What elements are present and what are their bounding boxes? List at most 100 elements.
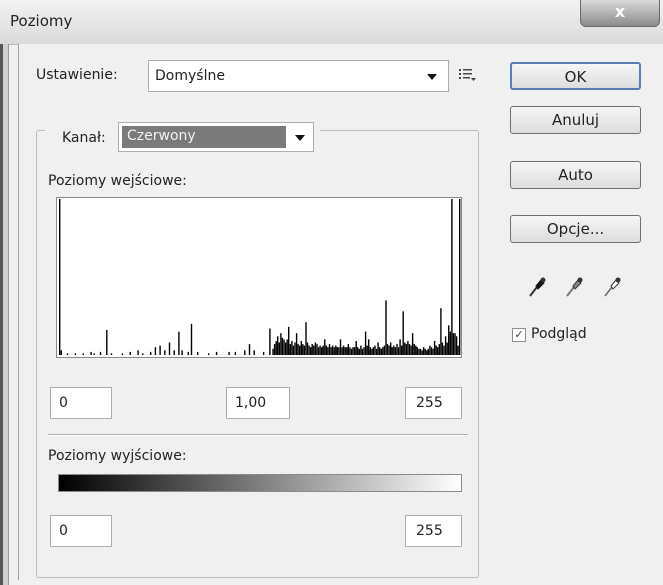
histogram-bar bbox=[358, 348, 360, 355]
histogram-bar bbox=[299, 345, 301, 355]
histogram-bar bbox=[288, 326, 290, 355]
options-button[interactable]: Opcje... bbox=[510, 215, 641, 243]
histogram-bar bbox=[283, 339, 285, 355]
input-gamma-value: 1,00 bbox=[235, 395, 267, 411]
preview-label[interactable]: Podgląd bbox=[531, 326, 587, 342]
histogram-bar bbox=[275, 341, 277, 355]
histogram-bar bbox=[330, 347, 332, 355]
histogram-chart bbox=[59, 199, 461, 355]
histogram-bar bbox=[347, 344, 349, 355]
histogram-bar bbox=[324, 339, 326, 355]
histogram-bar bbox=[444, 336, 447, 355]
section-divider bbox=[48, 434, 468, 436]
histogram-bar bbox=[364, 331, 367, 355]
histogram-bar bbox=[382, 347, 384, 355]
histogram-bar bbox=[190, 323, 193, 355]
white-point-eyedropper-icon[interactable] bbox=[602, 276, 622, 298]
histogram-bar bbox=[93, 353, 95, 355]
histogram-bar bbox=[405, 344, 408, 355]
histogram-bar bbox=[289, 344, 291, 355]
close-button[interactable]: x bbox=[580, 0, 660, 27]
histogram-bar bbox=[322, 345, 324, 355]
histogram-bar bbox=[321, 347, 323, 355]
histogram-bar bbox=[374, 345, 376, 355]
channel-value: Czerwony bbox=[127, 128, 196, 144]
histogram-bar bbox=[411, 333, 414, 355]
output-white-field[interactable]: 255 bbox=[405, 515, 462, 547]
histogram-bar bbox=[435, 345, 437, 355]
input-white-field[interactable]: 255 bbox=[405, 387, 462, 419]
histogram-bar bbox=[429, 345, 431, 355]
histogram-bar bbox=[168, 342, 171, 355]
histogram-bar bbox=[422, 347, 425, 355]
histogram-bar bbox=[273, 344, 276, 355]
histogram-bar bbox=[339, 339, 342, 355]
histogram-bar bbox=[187, 351, 189, 355]
histogram-bar bbox=[66, 353, 69, 355]
histogram-bar bbox=[363, 347, 365, 355]
histogram-bar bbox=[353, 347, 356, 355]
histogram-bar bbox=[346, 347, 348, 355]
histogram-bar bbox=[357, 347, 359, 355]
histogram-bar bbox=[302, 344, 304, 355]
channel-select[interactable]: Czerwony bbox=[118, 122, 314, 152]
histogram-bar bbox=[331, 345, 334, 355]
histogram-bar bbox=[391, 347, 393, 355]
histogram-bar bbox=[449, 331, 451, 355]
histogram-bar bbox=[451, 199, 453, 355]
histogram-bar bbox=[416, 347, 418, 355]
histogram-bar bbox=[272, 348, 274, 355]
histogram-bar bbox=[173, 350, 175, 355]
preset-options-icon[interactable] bbox=[459, 68, 477, 82]
histogram-bar bbox=[433, 341, 436, 355]
black-point-eyedropper-icon[interactable] bbox=[527, 276, 547, 298]
histogram-bar bbox=[452, 333, 455, 355]
histogram-bar bbox=[74, 353, 77, 355]
histogram-bar bbox=[286, 339, 288, 355]
output-levels-label: Poziomy wyjściowe: bbox=[48, 448, 187, 464]
histogram-bar bbox=[448, 325, 450, 355]
output-white-value: 255 bbox=[416, 523, 443, 539]
output-black-value: 0 bbox=[59, 523, 68, 539]
histogram-bar bbox=[60, 350, 62, 355]
histogram-bar bbox=[393, 345, 395, 355]
histogram-bar bbox=[150, 351, 152, 355]
histogram-bar bbox=[327, 347, 329, 355]
input-black-field[interactable]: 0 bbox=[50, 387, 112, 419]
histogram-bar bbox=[344, 347, 346, 355]
histogram-bar bbox=[306, 342, 309, 355]
histogram-bar bbox=[253, 350, 255, 355]
histogram-bar bbox=[368, 339, 370, 355]
chevron-down-icon bbox=[427, 74, 437, 80]
auto-button[interactable]: Auto bbox=[510, 161, 641, 189]
input-gamma-field[interactable]: 1,00 bbox=[226, 387, 290, 419]
histogram-bar bbox=[178, 331, 180, 355]
histogram-bar bbox=[297, 344, 299, 355]
histogram-bar bbox=[325, 345, 328, 355]
histogram-bar bbox=[441, 342, 444, 355]
histogram-bar bbox=[437, 347, 439, 355]
histogram-bar bbox=[342, 345, 345, 355]
histogram-bar bbox=[335, 345, 337, 355]
histogram-bar bbox=[383, 345, 386, 355]
gray-point-eyedropper-icon[interactable] bbox=[564, 276, 584, 298]
histogram-bar bbox=[333, 347, 335, 355]
histogram-bar bbox=[372, 347, 375, 355]
histogram-bar bbox=[432, 348, 434, 355]
histogram-bar bbox=[313, 345, 315, 355]
title-bar: Poziomy x bbox=[0, 0, 663, 45]
histogram-bar bbox=[59, 199, 61, 355]
histogram-bar bbox=[394, 347, 397, 355]
preview-checkbox[interactable]: ✓ bbox=[512, 328, 526, 342]
histogram-bar bbox=[386, 344, 389, 355]
histogram-bar bbox=[311, 344, 313, 355]
histogram-bar bbox=[413, 344, 415, 355]
channel-label: Kanał: bbox=[62, 130, 106, 146]
histogram-bar bbox=[303, 345, 306, 355]
cancel-button[interactable]: Anuluj bbox=[510, 106, 641, 134]
output-black-field[interactable]: 0 bbox=[50, 515, 112, 547]
histogram-bar bbox=[371, 348, 373, 355]
histogram-bar bbox=[355, 341, 357, 355]
ok-button[interactable]: OK bbox=[510, 62, 641, 90]
preset-select[interactable]: Domyślne bbox=[148, 60, 449, 92]
